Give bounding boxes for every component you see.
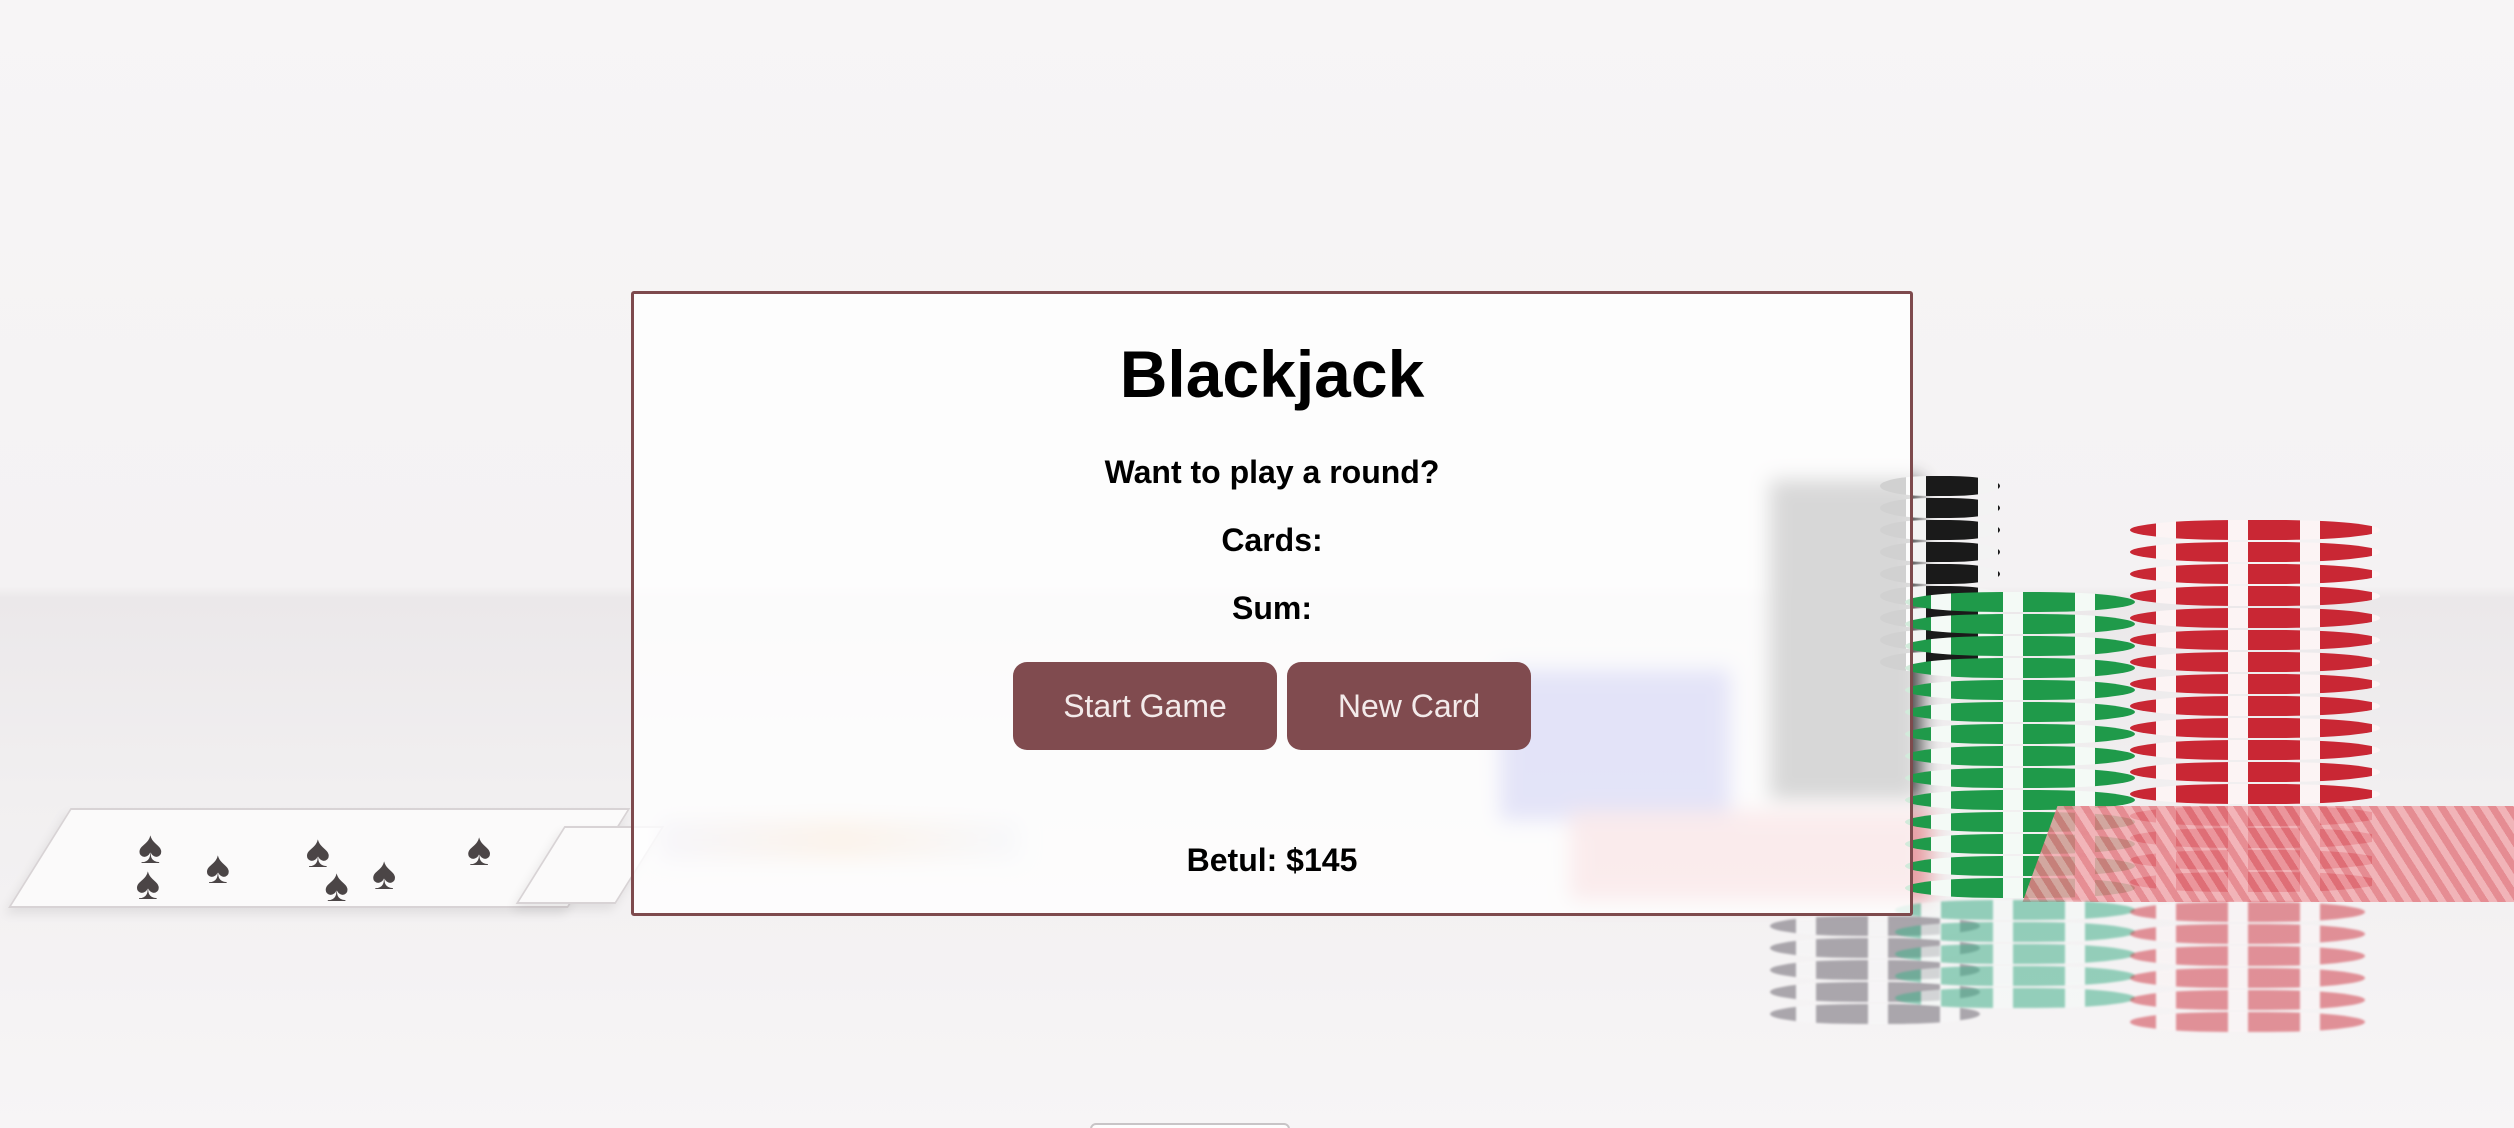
chip-reflection-icon (1895, 900, 2135, 1010)
chip-reflection-icon (2130, 902, 2365, 1034)
button-row: Start Game New Card (634, 662, 1910, 750)
message-text: Want to play a round? (1104, 454, 1440, 490)
game-panel: Blackjack Want to play a round? Cards: S… (631, 291, 1913, 916)
new-card-button[interactable]: New Card (1287, 662, 1531, 750)
bottom-edge-tab (1090, 1123, 1290, 1128)
sum-display: Sum: (1232, 590, 1312, 626)
game-title: Blackjack (1119, 337, 1425, 411)
cards-display: Cards: (1221, 522, 1323, 558)
start-game-button[interactable]: Start Game (1013, 662, 1277, 750)
card-back-icon (2022, 806, 2514, 902)
player-chips-display: Betul: $145 (1186, 842, 1358, 878)
